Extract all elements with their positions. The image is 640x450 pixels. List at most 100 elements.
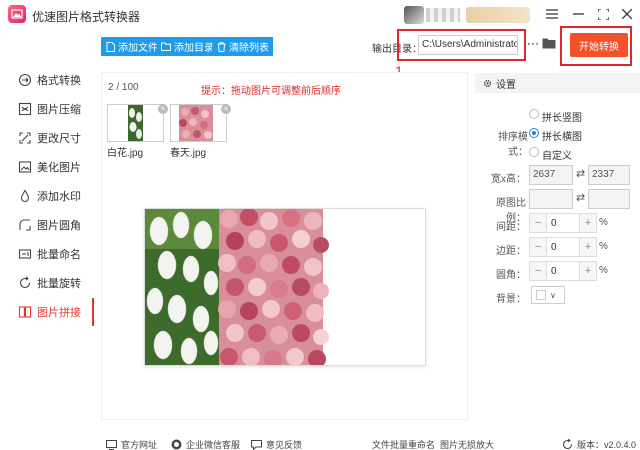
stitched-image-preview xyxy=(145,209,425,365)
radius-stepper[interactable]: − 0 + xyxy=(529,261,597,281)
percent-unit: % xyxy=(599,265,608,276)
vip-badge-blurred[interactable] xyxy=(466,7,530,23)
format-convert-icon xyxy=(18,73,32,87)
more-icon[interactable]: ⋯ xyxy=(525,36,541,52)
sidebar-item-resize[interactable]: 更改尺寸 xyxy=(0,124,94,152)
percent-unit: % xyxy=(599,217,608,228)
margin-label: 边距： xyxy=(496,246,526,257)
chevron-down-icon: ∨ xyxy=(550,290,556,300)
mode-custom-label: 自定义 xyxy=(542,151,572,162)
batch-rename-link[interactable]: 文件批量重命名 xyxy=(372,438,435,450)
ratio-width-input[interactable] xyxy=(529,189,573,209)
website-label: 官方网址 xyxy=(121,440,158,450)
sidebar-item-rotate[interactable]: 批量旋转 xyxy=(0,269,94,297)
rename-icon xyxy=(18,247,32,261)
close-icon[interactable] xyxy=(619,6,635,22)
sidebar: 格式转换 图片压缩 更改尺寸 美化图片 添加水印 图片圆角 批量命名 批量旋转 … xyxy=(0,62,94,332)
radius-label: 圆角： xyxy=(496,270,526,281)
sidebar-item-rename[interactable]: 批量命名 xyxy=(0,240,94,268)
add-file-button[interactable]: 添加文件 xyxy=(101,37,162,56)
open-folder-icon[interactable] xyxy=(542,37,556,51)
clear-list-button[interactable]: 清除列表 xyxy=(212,37,273,56)
sidebar-item-label: 美化图片 xyxy=(37,162,81,174)
ratio-height-input[interactable] xyxy=(588,189,630,209)
compress-icon xyxy=(18,102,32,116)
app-title: 优速图片格式转换器 xyxy=(32,10,141,24)
spacing-stepper[interactable]: − 0 + xyxy=(529,213,597,233)
sidebar-item-format-convert[interactable]: 格式转换 xyxy=(0,66,94,94)
round-corner-icon xyxy=(18,218,32,232)
mode-horizontal-label: 拼长横图 xyxy=(542,132,582,143)
sidebar-item-label: 图片拼接 xyxy=(37,307,81,319)
thumbnail-spring[interactable] xyxy=(170,104,227,142)
mode-vertical-label: 拼长竖图 xyxy=(542,113,582,124)
feedback-icon xyxy=(251,439,262,450)
link-icon: ⇄ xyxy=(576,192,586,204)
enlarge-link[interactable]: 图片无损放大 xyxy=(440,438,494,450)
sidebar-item-beautify[interactable]: 美化图片 xyxy=(0,153,94,181)
mode-label: 排序模式： xyxy=(498,132,528,158)
maximize-icon[interactable] xyxy=(595,6,611,22)
sidebar-item-label: 格式转换 xyxy=(37,75,81,87)
sidebar-item-label: 更改尺寸 xyxy=(37,133,81,145)
beautify-icon xyxy=(18,160,32,174)
sidebar-item-watermark[interactable]: 添加水印 xyxy=(0,182,94,210)
increment-button[interactable]: + xyxy=(580,262,596,280)
page-count: 2 / 100 xyxy=(108,82,139,93)
annotation-box-2 xyxy=(560,26,632,66)
add-dir-button[interactable]: 添加目录 xyxy=(157,37,218,56)
sidebar-item-label: 批量命名 xyxy=(37,249,81,261)
refresh-icon xyxy=(562,439,573,450)
wechat-label: 企业微信客服 xyxy=(186,440,241,450)
background-label: 背景： xyxy=(496,294,526,305)
decrement-button[interactable]: − xyxy=(530,262,546,280)
stitch-preview xyxy=(144,208,426,366)
app-logo xyxy=(8,5,26,23)
resize-icon xyxy=(18,131,32,145)
menu-icon[interactable] xyxy=(544,6,560,22)
annotation-box-1 xyxy=(397,29,526,61)
clear-list-label: 清除列表 xyxy=(229,43,269,54)
sidebar-item-compress[interactable]: 图片压缩 xyxy=(0,95,94,123)
height-input[interactable]: 2337 xyxy=(588,165,630,185)
width-input[interactable]: 2637 xyxy=(529,165,573,185)
thumbnail-white-flowers[interactable] xyxy=(107,104,164,142)
increment-button[interactable]: + xyxy=(580,214,596,232)
sidebar-item-label: 图片圆角 xyxy=(37,220,81,232)
drag-hint: 提示：拖动图片可调整前后顺序 xyxy=(201,86,341,97)
decrement-button[interactable]: − xyxy=(530,238,546,256)
mode-vertical-radio[interactable] xyxy=(529,109,539,119)
link-icon: ⇄ xyxy=(576,168,586,180)
radius-value[interactable]: 0 xyxy=(546,262,580,280)
spacing-value[interactable]: 0 xyxy=(546,214,580,232)
margin-stepper[interactable]: − 0 + xyxy=(529,237,597,257)
add-file-label: 添加文件 xyxy=(118,43,158,54)
increment-button[interactable]: + xyxy=(580,238,596,256)
add-dir-label: 添加目录 xyxy=(174,43,214,54)
website-link[interactable]: 官方网址 xyxy=(106,438,157,450)
gear-icon xyxy=(483,79,492,87)
minimize-icon[interactable] xyxy=(570,6,586,22)
decrement-button[interactable]: − xyxy=(530,214,546,232)
margin-value[interactable]: 0 xyxy=(546,238,580,256)
wechat-link[interactable]: 企业微信客服 xyxy=(171,438,240,450)
feedback-link[interactable]: 意见反馈 xyxy=(251,438,302,450)
watermark-icon xyxy=(18,189,32,203)
mode-custom-radio[interactable] xyxy=(529,147,539,157)
user-name-blurred xyxy=(426,8,460,22)
remove-thumbnail-icon[interactable]: × xyxy=(221,104,231,114)
version-info[interactable]: 版本：v2.0.4.0 xyxy=(562,438,636,450)
settings-title: 设置 xyxy=(496,79,516,91)
settings-header: 设置 xyxy=(475,73,640,93)
sidebar-item-round-corner[interactable]: 图片圆角 xyxy=(0,211,94,239)
sidebar-item-label: 图片压缩 xyxy=(37,104,81,116)
sidebar-item-stitch[interactable]: 图片拼接 xyxy=(0,298,94,326)
mode-horizontal-radio[interactable] xyxy=(529,128,539,138)
user-avatar[interactable] xyxy=(404,6,424,24)
headset-icon xyxy=(171,439,182,450)
background-color-select[interactable]: ∨ xyxy=(531,286,565,304)
remove-thumbnail-icon[interactable]: × xyxy=(158,104,168,114)
version-label: 版本：v2.0.4.0 xyxy=(577,440,637,450)
folder-icon xyxy=(161,42,171,52)
title-bar: 优速图片格式转换器 xyxy=(0,0,640,30)
